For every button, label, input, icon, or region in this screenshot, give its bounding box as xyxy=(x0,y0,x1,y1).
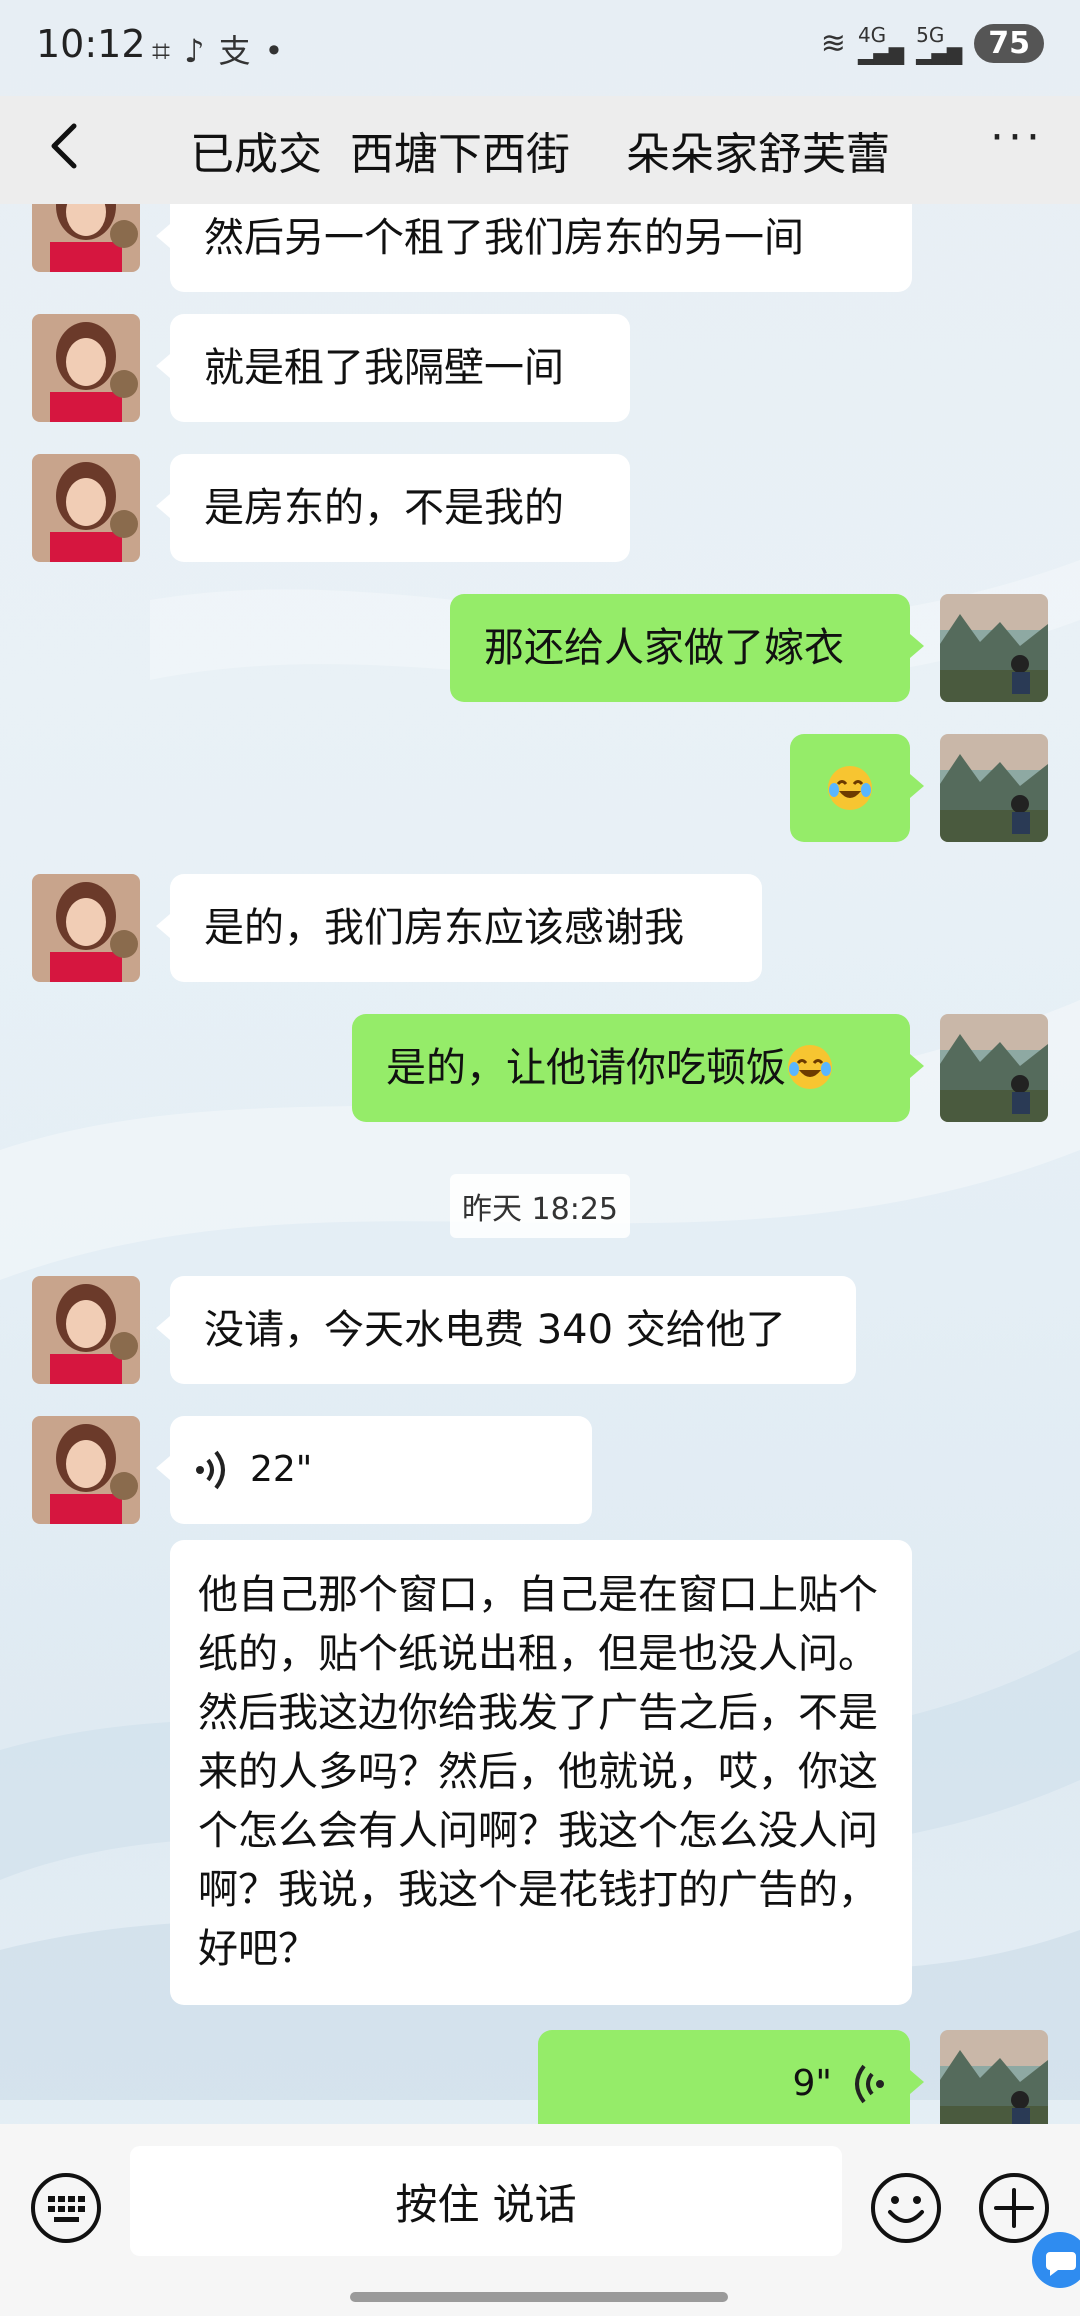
avatar-contact[interactable] xyxy=(32,1276,140,1384)
chat-title: 已成交 西塘下西街 朵朵家舒芙蕾 xyxy=(190,129,890,180)
message-bubble-received[interactable]: 是房东的，不是我的 xyxy=(156,454,630,562)
status-time: 10:12 xyxy=(36,22,146,66)
avatar-self[interactable] xyxy=(940,2030,1048,2124)
voice-message-sent[interactable]: 9" xyxy=(538,2030,924,2124)
chat-header: 已成交 西塘下西街 朵朵家舒芙蕾 ··· xyxy=(0,96,1080,204)
home-indicator[interactable] xyxy=(350,2292,728,2302)
laughing-tears-emoji xyxy=(828,766,872,810)
voice-message-received[interactable]: 22" xyxy=(156,1416,592,1524)
signal-5g-icon: 5G ▂▄▆ xyxy=(916,22,963,65)
battery-indicator: 75 xyxy=(974,24,1044,63)
status-right: ≋ 4G ▂▄▆ 5G ▂▄▆ 75 xyxy=(821,24,1044,63)
floating-chat-icon[interactable] xyxy=(1030,2230,1080,2290)
scan-icon: ⌗ xyxy=(152,32,185,70)
avatar-contact[interactable] xyxy=(32,314,140,422)
avatar-contact[interactable] xyxy=(32,454,140,562)
dot-icon: • xyxy=(264,32,298,70)
avatar-self[interactable] xyxy=(940,594,1048,702)
more-dots-icon[interactable]: ··· xyxy=(990,112,1044,163)
input-bar: 按住 说话 xyxy=(0,2124,1080,2316)
voice-duration: 22" xyxy=(250,1449,313,1490)
message-bubble-received[interactable]: 然后另一个租了我们房东的另一间 xyxy=(156,204,912,292)
message-bubble-received[interactable]: 是的，我们房东应该感谢我 xyxy=(156,874,762,982)
avatar-contact[interactable] xyxy=(32,874,140,982)
keyboard-icon[interactable] xyxy=(28,2170,104,2246)
signal-4g-icon: 4G ▂▄▆ xyxy=(857,22,905,65)
tiktok-icon: ♪ xyxy=(184,32,219,70)
message-bubble-sent[interactable]: 是的，让他请你吃顿饭 xyxy=(352,1014,924,1122)
message-timestamp: 昨天 18:25 xyxy=(450,1174,630,1238)
avatar-contact[interactable] xyxy=(32,1416,140,1524)
message-bubble-received[interactable]: 就是租了我隔壁一间 xyxy=(156,314,630,422)
wifi-icon: ≋ xyxy=(820,26,846,61)
alipay-icon: 支 xyxy=(218,32,265,70)
hold-to-talk-button[interactable]: 按住 说话 xyxy=(130,2146,842,2256)
message-bubble-received[interactable]: 没请，今天水电费 340 交给他了 xyxy=(156,1276,856,1384)
voice-duration: 9" xyxy=(792,2063,832,2104)
laughing-tears-emoji xyxy=(788,1045,832,1089)
avatar-contact[interactable] xyxy=(32,204,140,272)
voice-wave-icon xyxy=(196,1450,225,1490)
avatar-self[interactable] xyxy=(940,734,1048,842)
notification-icons: ⌗♪支• xyxy=(152,26,297,72)
status-bar: 10:12 ⌗♪支• ≋ 4G ▂▄▆ 5G ▂▄▆ 75 xyxy=(0,0,1080,96)
smiley-icon[interactable] xyxy=(868,2170,944,2246)
avatar-self[interactable] xyxy=(940,1014,1048,1122)
message-bubble-sent[interactable]: 那还给人家做了嫁衣 xyxy=(450,594,924,702)
voice-transcript[interactable]: 他自己那个窗口，自己是在窗口上贴个纸的，贴个纸说出租，但是也没人问。然后我这边你… xyxy=(170,1540,912,2005)
voice-wave-icon xyxy=(855,2064,884,2104)
message-list[interactable]: 然后另一个租了我们房东的另一间 就是租了我隔壁一间 是房东的，不是我的 那还给人… xyxy=(0,204,1080,2124)
message-bubble-sent[interactable] xyxy=(790,734,924,842)
